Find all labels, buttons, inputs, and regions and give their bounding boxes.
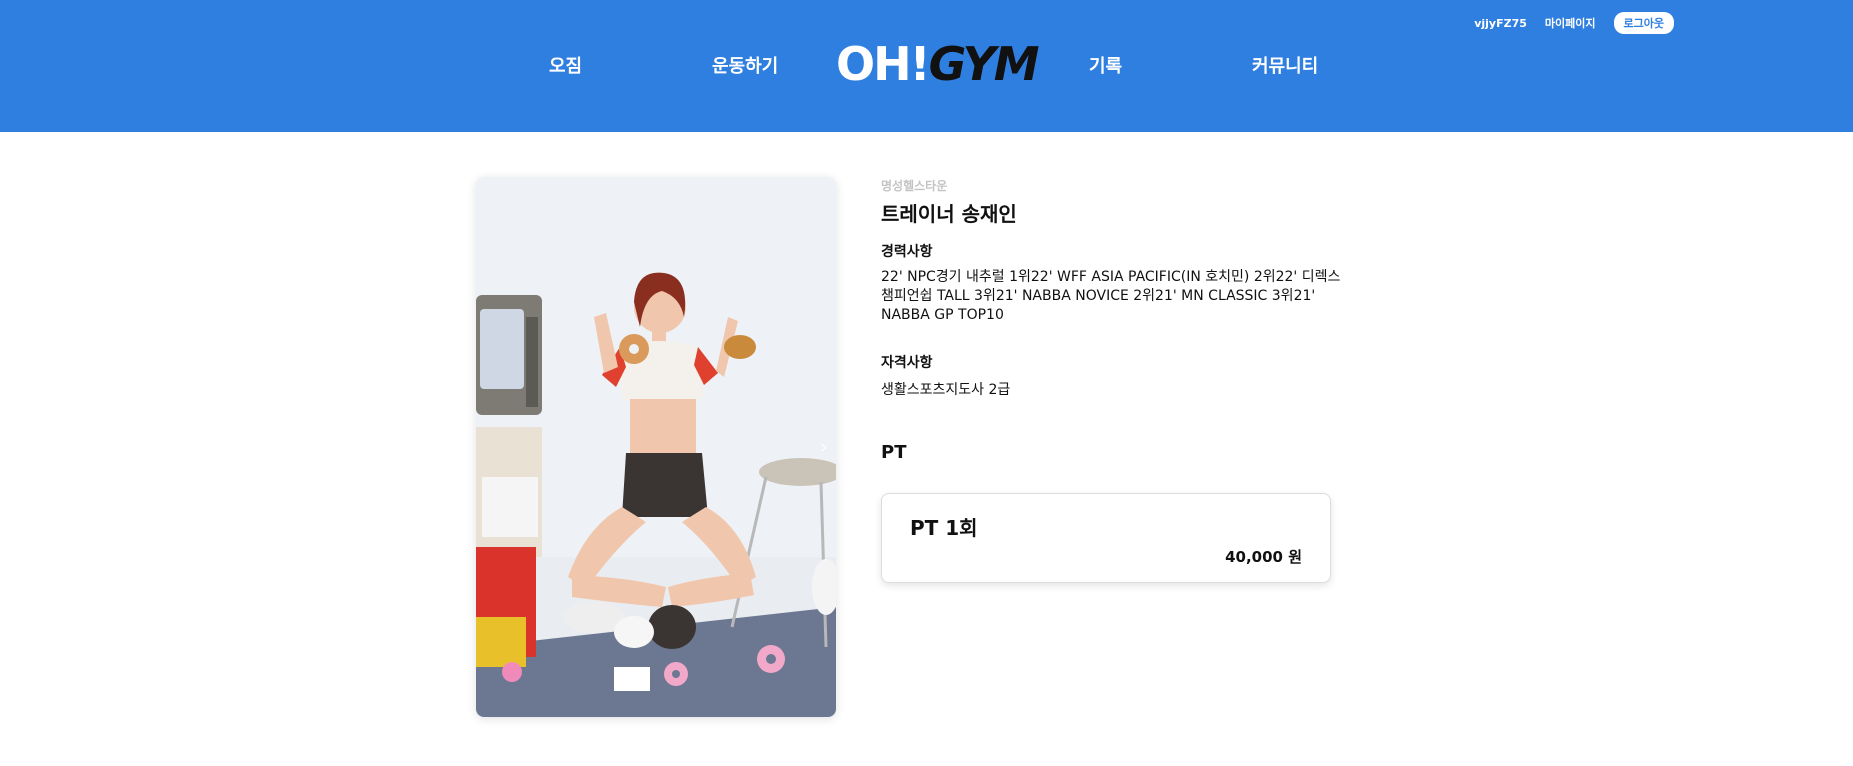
- trainer-info: 명성헬스타운 트레이너 송재인 경력사항 22' NPC경기 내추럴 1위22'…: [881, 177, 1341, 583]
- header-bar: vjjyFZ75 마이페이지 로그아웃 오짐 운동하기 OH! GYM 기록 커…: [0, 0, 1853, 132]
- pt-product-card[interactable]: PT 1회 40,000 원: [881, 493, 1331, 583]
- nav-community[interactable]: 커뮤니티: [1252, 52, 1318, 78]
- trainer-photo: ›: [476, 177, 836, 717]
- career-title: 경력사항: [881, 244, 933, 260]
- chevron-right-icon[interactable]: ›: [816, 433, 832, 461]
- logout-button[interactable]: 로그아웃: [1613, 12, 1674, 34]
- logo-oh-text: OH!: [836, 37, 931, 91]
- nav-record[interactable]: 기록: [1089, 52, 1122, 78]
- logo-gym-text: GYM: [928, 37, 1040, 91]
- top-links: vjjyFZ75 마이페이지 로그아웃: [1474, 12, 1674, 34]
- qualification-title: 자격사항: [881, 355, 933, 371]
- logo[interactable]: OH! GYM: [836, 37, 1040, 91]
- mypage-link[interactable]: 마이페이지: [1545, 15, 1596, 31]
- nav-workout[interactable]: 운동하기: [712, 52, 778, 78]
- nav-ohzim[interactable]: 오짐: [549, 52, 582, 78]
- pt-product-price: 40,000 원: [1225, 548, 1302, 566]
- gym-name: 명성헬스타운: [881, 179, 948, 193]
- career-text: 22' NPC경기 내추럴 1위22' WFF ASIA PACIFIC(IN …: [881, 269, 1341, 323]
- qualification-text: 생활스포츠지도사 2급: [881, 382, 1011, 398]
- trainer-name: 트레이너 송재인: [881, 202, 1017, 226]
- username-link[interactable]: vjjyFZ75: [1474, 17, 1527, 30]
- trainer-photo-image: [476, 177, 836, 717]
- pt-heading: PT: [881, 442, 907, 463]
- pt-product-name: PT 1회: [910, 516, 978, 540]
